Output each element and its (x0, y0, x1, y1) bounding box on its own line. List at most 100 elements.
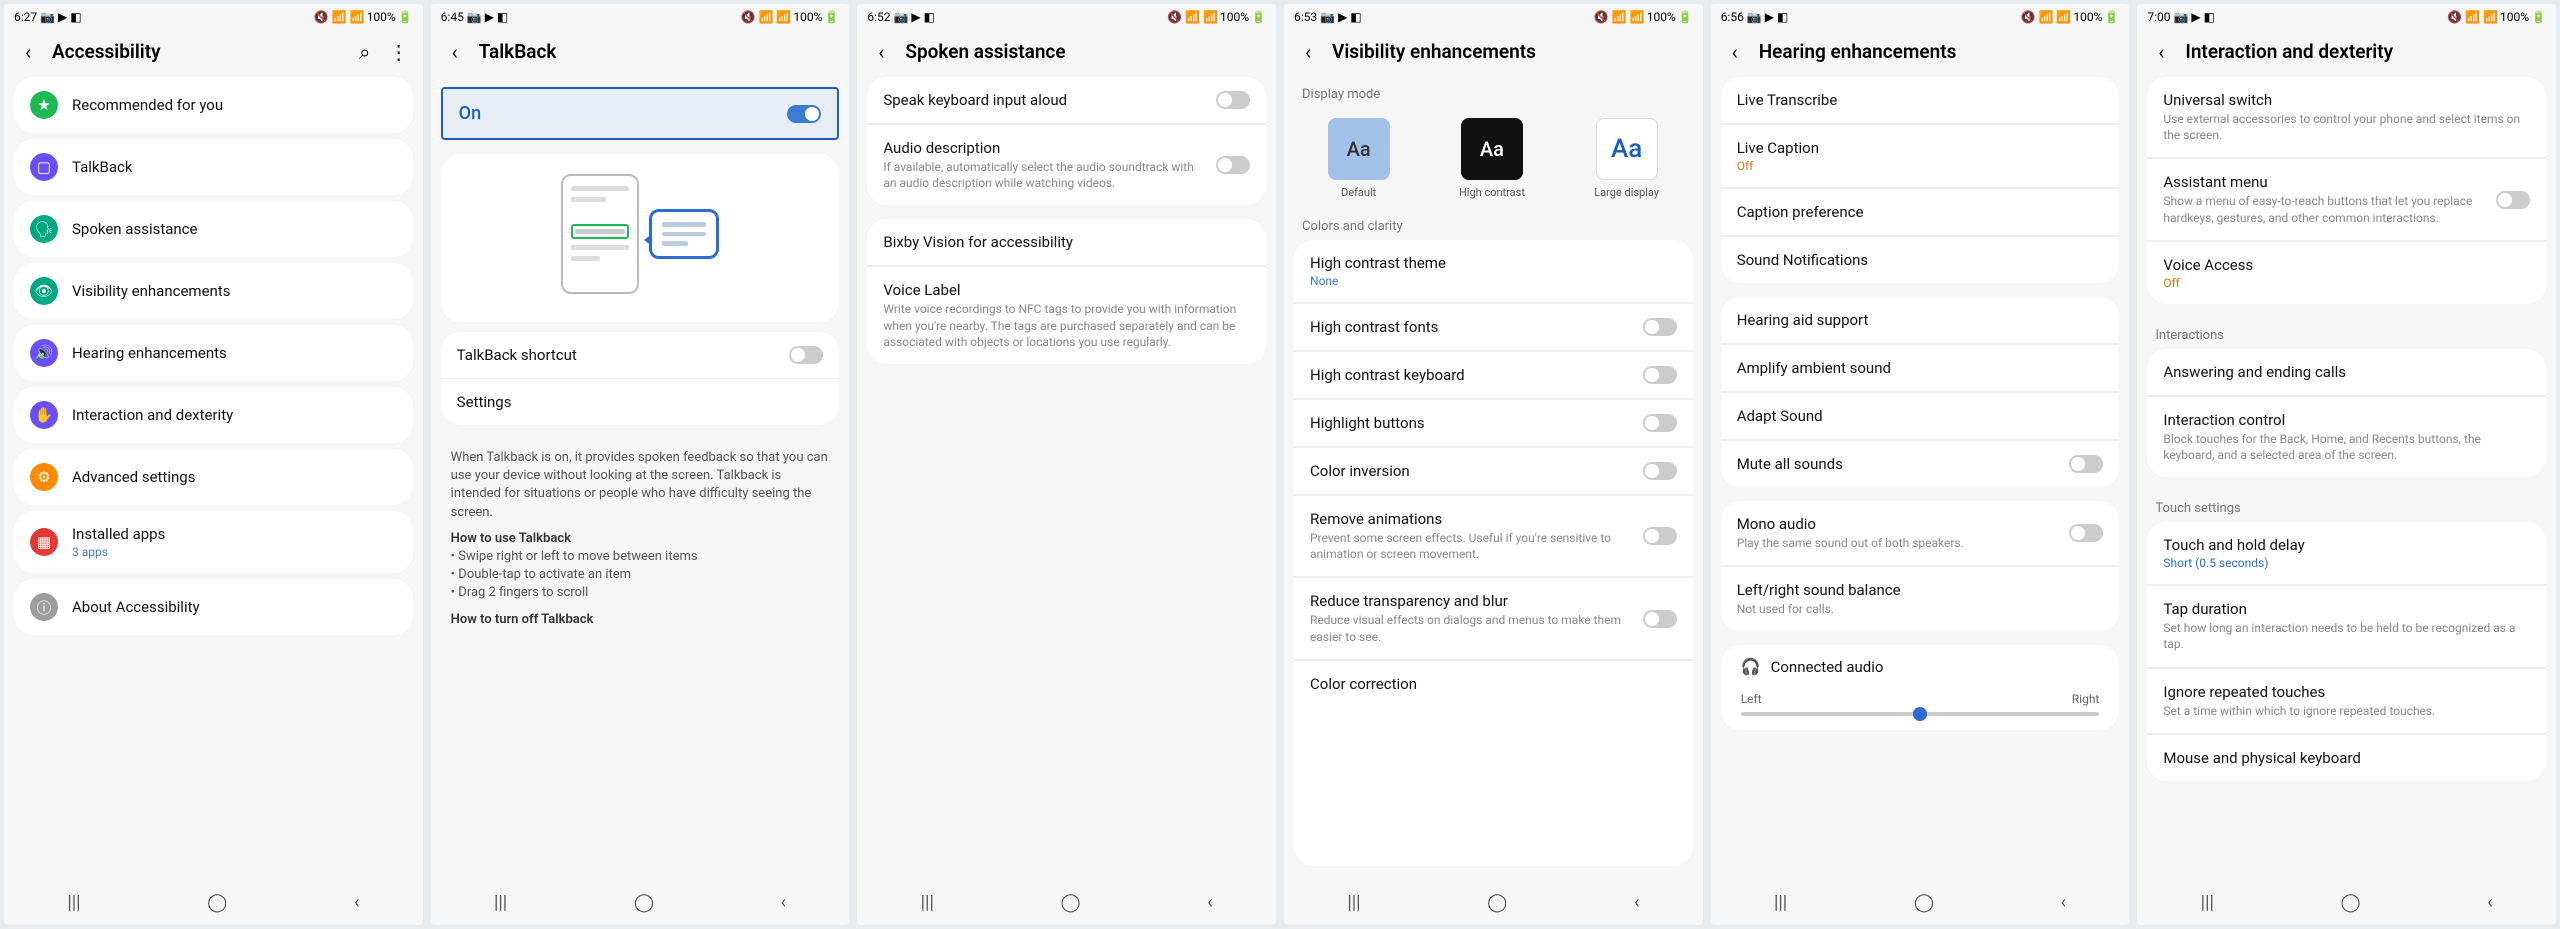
toggle-switch[interactable] (1643, 527, 1677, 545)
list-item[interactable]: Left/right sound balanceNot used for cal… (1721, 566, 2120, 631)
recents-button[interactable]: ||| (67, 892, 80, 913)
list-item[interactable]: ▢TalkBack (14, 139, 413, 195)
list-item[interactable]: Universal switchUse external accessories… (2147, 77, 2546, 158)
list-item[interactable]: Bixby Vision for accessibility (867, 219, 1266, 266)
list-item[interactable]: Live CaptionOff (1721, 124, 2120, 188)
back-icon[interactable]: ‹ (1725, 42, 1745, 62)
recents-button[interactable]: ||| (2201, 892, 2214, 913)
item-subtitle: Off (1737, 159, 2104, 173)
list-item[interactable]: High contrast keyboard (1294, 351, 1693, 399)
list-item[interactable]: Adapt Sound (1721, 392, 2120, 440)
status-bar: 6:56 📷 ▶ ◧ 🔇 📶 📶 100%🔋 (1711, 4, 2130, 30)
list-item[interactable]: High contrast themeNone (1294, 240, 1693, 303)
list-item[interactable]: 🔊Hearing enhancements (14, 325, 413, 381)
list-item[interactable]: Highlight buttons (1294, 399, 1693, 447)
item-description: Play the same sound out of both speakers… (1737, 535, 2056, 551)
list-item[interactable]: Mute all sounds (1721, 440, 2120, 487)
list-item[interactable]: Voice AccessOff (2147, 241, 2546, 304)
home-button[interactable]: ◯ (1487, 892, 1507, 913)
back-button[interactable]: ‹ (1634, 892, 1639, 913)
clock: 6:56 (1721, 10, 1744, 24)
list-item[interactable]: Reduce transparency and blurReduce visua… (1294, 577, 1693, 659)
home-button[interactable]: ◯ (1060, 892, 1080, 913)
talkback-settings-item[interactable]: Settings (441, 378, 840, 425)
list-item[interactable]: Remove animationsPrevent some screen eff… (1294, 495, 1693, 577)
recents-button[interactable]: ||| (921, 892, 934, 913)
back-icon[interactable]: ‹ (18, 42, 38, 62)
toggle-switch[interactable] (2069, 524, 2103, 542)
status-bar: 6:45 📷 ▶ ◧ 🔇 📶 📶 100%🔋 (431, 4, 850, 30)
balance-slider[interactable] (1741, 712, 2100, 716)
list-item[interactable]: Answering and ending calls (2147, 349, 2546, 396)
list-item[interactable]: ★Recommended for you (14, 77, 413, 133)
list-item[interactable]: Live Transcribe (1721, 77, 2120, 124)
list-item[interactable]: Color correction (1294, 660, 1693, 707)
back-icon[interactable]: ‹ (1298, 42, 1318, 62)
mode-swatch: Aa (1328, 118, 1390, 180)
toggle-switch[interactable] (2496, 191, 2530, 209)
back-button[interactable]: ‹ (2487, 892, 2492, 913)
list-item[interactable]: ⓘAbout Accessibility (14, 579, 413, 635)
list-item[interactable]: Voice LabelWrite voice recordings to NFC… (867, 266, 1266, 364)
list-item[interactable]: Assistant menuShow a menu of easy-to-rea… (2147, 158, 2546, 240)
home-button[interactable]: ◯ (634, 892, 654, 913)
back-button[interactable]: ‹ (781, 892, 786, 913)
back-icon[interactable]: ‹ (2151, 42, 2171, 62)
list-item[interactable]: High contrast fonts (1294, 303, 1693, 351)
mode-label: Large display (1594, 186, 1659, 199)
back-icon[interactable]: ‹ (445, 42, 465, 62)
list-item[interactable]: Speak keyboard input aloud (867, 77, 1266, 124)
toggle-switch[interactable] (1643, 462, 1677, 480)
list-item[interactable]: ▦Installed apps3 apps (14, 511, 413, 573)
screen-hearing: 6:56 📷 ▶ ◧ 🔇 📶 📶 100%🔋 ‹ Hearing enhance… (1711, 4, 2130, 925)
back-button[interactable]: ‹ (354, 892, 359, 913)
connected-audio-row[interactable]: 🎧 Connected audio (1721, 645, 2120, 688)
display-mode-option[interactable]: AaDefault (1328, 118, 1390, 199)
recents-button[interactable]: ||| (1774, 892, 1787, 913)
list-item[interactable]: Audio descriptionIf available, automatic… (867, 124, 1266, 205)
list-item[interactable]: Caption preference (1721, 188, 2120, 236)
list-item[interactable]: Sound Notifications (1721, 236, 2120, 283)
battery-text: 100% (367, 10, 396, 24)
back-button[interactable]: ‹ (1207, 892, 1212, 913)
home-button[interactable]: ◯ (1914, 892, 1934, 913)
toggle-switch[interactable] (1216, 91, 1250, 109)
search-icon[interactable]: ⌕ (355, 42, 375, 62)
display-mode-option[interactable]: AaLarge display (1594, 118, 1659, 199)
list-item[interactable]: Amplify ambient sound (1721, 344, 2120, 392)
toggle-switch[interactable] (1643, 366, 1677, 384)
more-icon[interactable]: ⋮ (389, 42, 409, 62)
list-item[interactable]: ✋Interaction and dexterity (14, 387, 413, 443)
talkback-shortcut-item[interactable]: TalkBack shortcut (441, 332, 840, 378)
list-item[interactable]: 👁Visibility enhancements (14, 263, 413, 319)
list-item[interactable]: Touch and hold delayShort (0.5 seconds) (2147, 522, 2546, 585)
screen-spoken-assistance: 6:52 📷 ▶ ◧ 🔇 📶 📶 100%🔋 ‹ Spoken assistan… (857, 4, 1276, 925)
toggle-switch[interactable] (1643, 318, 1677, 336)
toggle-switch[interactable] (789, 346, 823, 364)
recents-button[interactable]: ||| (494, 892, 507, 913)
talkback-master-toggle[interactable]: On (441, 87, 840, 140)
toggle-switch[interactable] (1643, 414, 1677, 432)
list-item[interactable]: 🗣Spoken assistance (14, 201, 413, 257)
status-icons: 📷 ▶ ◧ (467, 10, 508, 24)
header: ‹ Visibility enhancements (1284, 30, 1703, 77)
recents-button[interactable]: ||| (1347, 892, 1360, 913)
display-mode-option[interactable]: AaHigh contrast (1459, 118, 1525, 199)
home-button[interactable]: ◯ (2341, 892, 2361, 913)
toggle-switch[interactable] (1216, 156, 1250, 174)
toggle-switch[interactable] (787, 105, 821, 123)
toggle-switch[interactable] (1643, 610, 1677, 628)
list-item[interactable]: ⚙Advanced settings (14, 449, 413, 505)
item-title: Speak keyboard input aloud (883, 91, 1202, 109)
back-button[interactable]: ‹ (2061, 892, 2066, 913)
list-item[interactable]: Tap durationSet how long an interaction … (2147, 585, 2546, 667)
list-item[interactable]: Mono audioPlay the same sound out of bot… (1721, 501, 2120, 566)
list-item[interactable]: Color inversion (1294, 447, 1693, 495)
list-item[interactable]: Interaction controlBlock touches for the… (2147, 396, 2546, 477)
list-item[interactable]: Mouse and physical keyboard (2147, 734, 2546, 781)
back-icon[interactable]: ‹ (871, 42, 891, 62)
list-item[interactable]: Hearing aid support (1721, 297, 2120, 344)
toggle-switch[interactable] (2069, 455, 2103, 473)
list-item[interactable]: Ignore repeated touchesSet a time within… (2147, 668, 2546, 734)
home-button[interactable]: ◯ (207, 892, 227, 913)
